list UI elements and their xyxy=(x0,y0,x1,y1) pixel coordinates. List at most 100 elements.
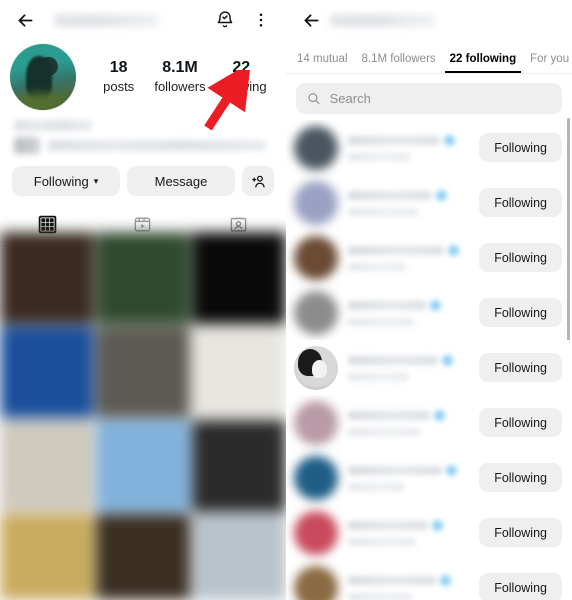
three-dot-menu-icon[interactable] xyxy=(248,7,274,33)
avatar[interactable] xyxy=(294,125,338,170)
list-item[interactable]: Following xyxy=(286,340,572,395)
list-item[interactable]: Following xyxy=(286,560,572,600)
user-name-row xyxy=(348,244,469,256)
user-meta xyxy=(348,519,469,546)
back-arrow-icon[interactable] xyxy=(298,7,324,33)
following-button[interactable]: Following xyxy=(479,463,562,492)
user-subtitle-redacted xyxy=(348,537,416,546)
grid-tile[interactable] xyxy=(96,514,190,600)
following-user-list: Following Following Following Following … xyxy=(286,120,572,600)
avatar[interactable] xyxy=(294,455,338,500)
list-item[interactable]: Following xyxy=(286,505,572,560)
list-item[interactable]: Following xyxy=(286,450,572,505)
tab-for-you[interactable]: For you xyxy=(523,53,572,73)
stat-followers[interactable]: 8.1M followers xyxy=(153,58,207,96)
user-name-redacted xyxy=(348,245,444,255)
user-meta xyxy=(348,244,469,271)
following-button[interactable]: Following xyxy=(479,188,562,217)
message-button[interactable]: Message xyxy=(127,166,235,196)
grid-tile[interactable] xyxy=(0,420,94,512)
user-subtitle-redacted xyxy=(348,207,418,216)
user-name-redacted xyxy=(348,410,430,420)
profile-panel: 18 posts 8.1M followers 22 following Fol… xyxy=(0,0,286,600)
list-item[interactable]: Following xyxy=(286,230,572,285)
user-name-row xyxy=(348,574,469,586)
grid-tile[interactable] xyxy=(96,420,190,512)
tab-followers[interactable]: 8.1M followers xyxy=(355,53,443,73)
grid-tile[interactable] xyxy=(0,514,94,600)
vertical-scrollbar[interactable] xyxy=(567,118,570,346)
avatar[interactable] xyxy=(294,180,338,225)
user-subtitle-redacted xyxy=(348,427,420,436)
add-person-icon xyxy=(251,175,265,187)
verified-badge-icon xyxy=(432,519,443,531)
back-arrow-icon[interactable] xyxy=(12,7,38,33)
following-button[interactable]: Following xyxy=(479,298,562,327)
user-subtitle-redacted xyxy=(348,152,410,161)
stat-posts[interactable]: 18 posts xyxy=(92,58,146,96)
bell-check-icon[interactable] xyxy=(212,7,238,33)
following-tabs: 14 mutual 8.1M followers 22 following Fo… xyxy=(286,40,572,74)
grid-tile[interactable] xyxy=(96,326,190,418)
stat-followers-value: 8.1M xyxy=(162,59,198,76)
profile-bio xyxy=(0,110,286,154)
profile-action-buttons: Following ▾ Message xyxy=(0,154,286,196)
user-name-redacted xyxy=(348,355,438,365)
user-meta xyxy=(348,189,469,216)
user-meta xyxy=(348,409,469,436)
list-item[interactable]: Following xyxy=(286,175,572,230)
stat-following-label: following xyxy=(216,79,267,94)
bio-line2-redacted xyxy=(48,140,266,151)
list-item[interactable]: Following xyxy=(286,285,572,340)
avatar[interactable] xyxy=(10,44,76,110)
chevron-down-icon: ▾ xyxy=(93,175,99,186)
following-button[interactable]: Following xyxy=(479,133,562,162)
list-item[interactable]: Following xyxy=(286,120,572,175)
avatar[interactable] xyxy=(294,510,338,555)
grid-tile[interactable] xyxy=(96,232,190,324)
following-button[interactable]: Following ▾ xyxy=(12,166,120,196)
grid-tile[interactable] xyxy=(0,326,94,418)
grid-tile[interactable] xyxy=(0,232,94,324)
grid-tile[interactable] xyxy=(192,232,286,324)
following-button[interactable]: Following xyxy=(479,573,562,600)
following-button[interactable]: Following xyxy=(479,408,562,437)
avatar[interactable] xyxy=(294,565,338,600)
grid-tile[interactable] xyxy=(192,326,286,418)
grid-tile[interactable] xyxy=(192,420,286,512)
profile-header xyxy=(0,0,286,40)
avatar[interactable] xyxy=(294,235,338,280)
avatar[interactable] xyxy=(294,400,338,445)
list-item[interactable]: Following xyxy=(286,395,572,450)
user-name-redacted xyxy=(348,465,442,475)
following-button-label: Following xyxy=(33,173,89,189)
user-subtitle-redacted xyxy=(348,482,404,491)
avatar[interactable] xyxy=(294,345,338,390)
user-subtitle-redacted xyxy=(348,592,412,600)
following-panel: 14 mutual 8.1M followers 22 following Fo… xyxy=(286,0,572,600)
user-name-row xyxy=(348,134,469,146)
user-name-row xyxy=(348,189,469,201)
following-button[interactable]: Following xyxy=(479,353,562,382)
following-panel-header xyxy=(286,0,572,40)
user-name-row xyxy=(348,354,469,366)
avatar[interactable] xyxy=(294,290,338,335)
following-panel-title-redacted xyxy=(330,13,435,27)
following-button[interactable]: Following xyxy=(479,518,562,547)
verified-badge-icon xyxy=(442,354,453,366)
search-box[interactable] xyxy=(296,83,562,114)
user-name-row xyxy=(348,409,469,421)
tab-following[interactable]: 22 following xyxy=(443,53,523,73)
grid-tile[interactable] xyxy=(192,514,286,600)
following-button[interactable]: Following xyxy=(479,243,562,272)
search-container xyxy=(286,74,572,120)
tab-mutual[interactable]: 14 mutual xyxy=(290,53,355,73)
verified-badge-icon xyxy=(446,464,457,476)
user-meta xyxy=(348,134,469,161)
user-subtitle-redacted xyxy=(348,372,408,381)
search-input[interactable] xyxy=(329,91,551,106)
add-person-button[interactable] xyxy=(242,166,274,196)
user-meta xyxy=(348,464,469,491)
stat-posts-label: posts xyxy=(103,79,135,94)
stat-following[interactable]: 22 following xyxy=(214,58,268,96)
